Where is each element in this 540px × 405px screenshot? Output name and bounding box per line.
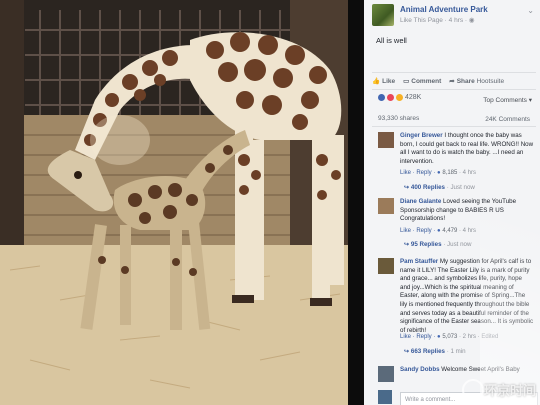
post-actions-bar: 👍 Like ▭ Comment ➦ Share Hootsuite bbox=[372, 72, 536, 90]
love-reaction-icon bbox=[387, 94, 394, 101]
comment-body: Ginger Brewer I thought once the baby wa… bbox=[400, 132, 534, 166]
replies-link[interactable]: ↪ 663 Replies · 1 min bbox=[404, 348, 466, 355]
like-reply-links[interactable]: Like · Reply · bbox=[400, 170, 437, 176]
share-button[interactable]: ➦ Share Hootsuite bbox=[449, 77, 504, 85]
comment-label: Comment bbox=[411, 78, 442, 85]
post-meta: Like This Page · 4 hrs · ◉ bbox=[400, 16, 475, 24]
top-comments-dropdown[interactable]: Top Comments ▾ bbox=[483, 96, 532, 104]
like-reply-links[interactable]: Like · Reply · bbox=[400, 334, 437, 340]
like-reaction-icon: ● bbox=[437, 228, 441, 234]
shared-by-label: Hootsuite bbox=[476, 78, 505, 85]
comment-author[interactable]: Diane Galante bbox=[400, 198, 441, 205]
like-label: Like bbox=[382, 78, 396, 85]
replies-count: 400 Replies bbox=[410, 184, 445, 191]
avatar[interactable] bbox=[378, 132, 394, 148]
comment-icon: ▭ bbox=[403, 78, 410, 85]
comments-count[interactable]: 24K Comments bbox=[485, 116, 530, 123]
avatar[interactable] bbox=[378, 366, 394, 382]
comment-body: Sandy Dobbs Welcome Sweet April's Baby bbox=[400, 366, 534, 375]
comment-time: · 2 hrs · Edited bbox=[457, 334, 499, 340]
comment-author[interactable]: Pam Stauffer bbox=[400, 258, 438, 265]
like-reaction-icon bbox=[378, 94, 385, 101]
comment-author[interactable]: Sandy Dobbs bbox=[400, 366, 440, 373]
replies-link[interactable]: ↪ 400 Replies · Just now bbox=[404, 184, 475, 191]
chevron-down-icon[interactable]: ⌄ bbox=[527, 6, 534, 15]
replies-count: 95 Replies bbox=[410, 241, 442, 248]
avatar[interactable] bbox=[378, 198, 394, 214]
replies-time: · Just now bbox=[444, 184, 475, 191]
giraffe-photo bbox=[0, 0, 362, 405]
comment-time: · 4 hrs bbox=[457, 170, 476, 176]
monitor-bezel bbox=[348, 0, 364, 405]
post-meta-text: Like This Page · 4 hrs · bbox=[400, 17, 469, 24]
post-text: All is well bbox=[376, 36, 407, 45]
shares-count[interactable]: 93,330 shares bbox=[378, 115, 419, 122]
like-button[interactable]: 👍 Like bbox=[372, 77, 395, 85]
comment-button[interactable]: ▭ Comment bbox=[403, 77, 441, 85]
like-reaction-icon: ● bbox=[437, 334, 441, 340]
comment-like-count: 8,185 bbox=[442, 170, 458, 176]
globe-icon: ◉ bbox=[468, 17, 475, 24]
divider bbox=[372, 126, 536, 127]
comment-actions: Like · Reply · ● 8,185 · 4 hrs bbox=[400, 170, 476, 176]
wow-reaction-icon bbox=[396, 94, 403, 101]
comment-text: Welcome Sweet April's Baby bbox=[441, 366, 520, 373]
giraffe-illustration bbox=[0, 0, 362, 405]
reactions-count: 428K bbox=[405, 94, 422, 101]
comment-body: Diane Galante Loved seeing the YouTube S… bbox=[400, 198, 534, 224]
comment-time: · 4 hrs bbox=[457, 228, 476, 234]
replies-time: · Just now bbox=[441, 241, 472, 248]
comment-like-count: 5,073 bbox=[442, 334, 458, 340]
watermark-text: 环京时间 bbox=[483, 384, 536, 399]
watermark-logo bbox=[462, 379, 484, 401]
comment-actions: Like · Reply · ● 4,479 · 4 hrs bbox=[400, 228, 476, 234]
like-icon: 👍 bbox=[372, 78, 381, 85]
comment-text: My suggestion for April's calf is to nam… bbox=[400, 258, 534, 334]
replies-link[interactable]: ↪ 95 Replies · Just now bbox=[404, 241, 471, 248]
like-reaction-icon: ● bbox=[437, 170, 441, 176]
replies-time: · 1 min bbox=[444, 348, 466, 355]
reactions-summary[interactable]: 428K bbox=[378, 94, 421, 101]
facebook-post-panel: Animal Adventure Park Like This Page · 4… bbox=[364, 0, 540, 405]
share-label: Share bbox=[456, 78, 475, 85]
share-icon: ➦ bbox=[449, 78, 455, 85]
avatar bbox=[378, 390, 392, 404]
comment-body: Pam Stauffer My suggestion for April's c… bbox=[400, 258, 534, 335]
like-reply-links[interactable]: Like · Reply · bbox=[400, 228, 437, 234]
comment-author[interactable]: Ginger Brewer bbox=[400, 132, 443, 139]
post-header: Animal Adventure Park Like This Page · 4… bbox=[372, 4, 536, 32]
comment-actions: Like · Reply · ● 5,073 · 2 hrs · Edited bbox=[400, 334, 498, 340]
comment-like-count: 4,479 bbox=[442, 228, 458, 234]
page-avatar[interactable] bbox=[372, 4, 394, 26]
page-name-link[interactable]: Animal Adventure Park bbox=[400, 5, 488, 14]
replies-count: 663 Replies bbox=[410, 348, 445, 355]
avatar[interactable] bbox=[378, 258, 394, 274]
